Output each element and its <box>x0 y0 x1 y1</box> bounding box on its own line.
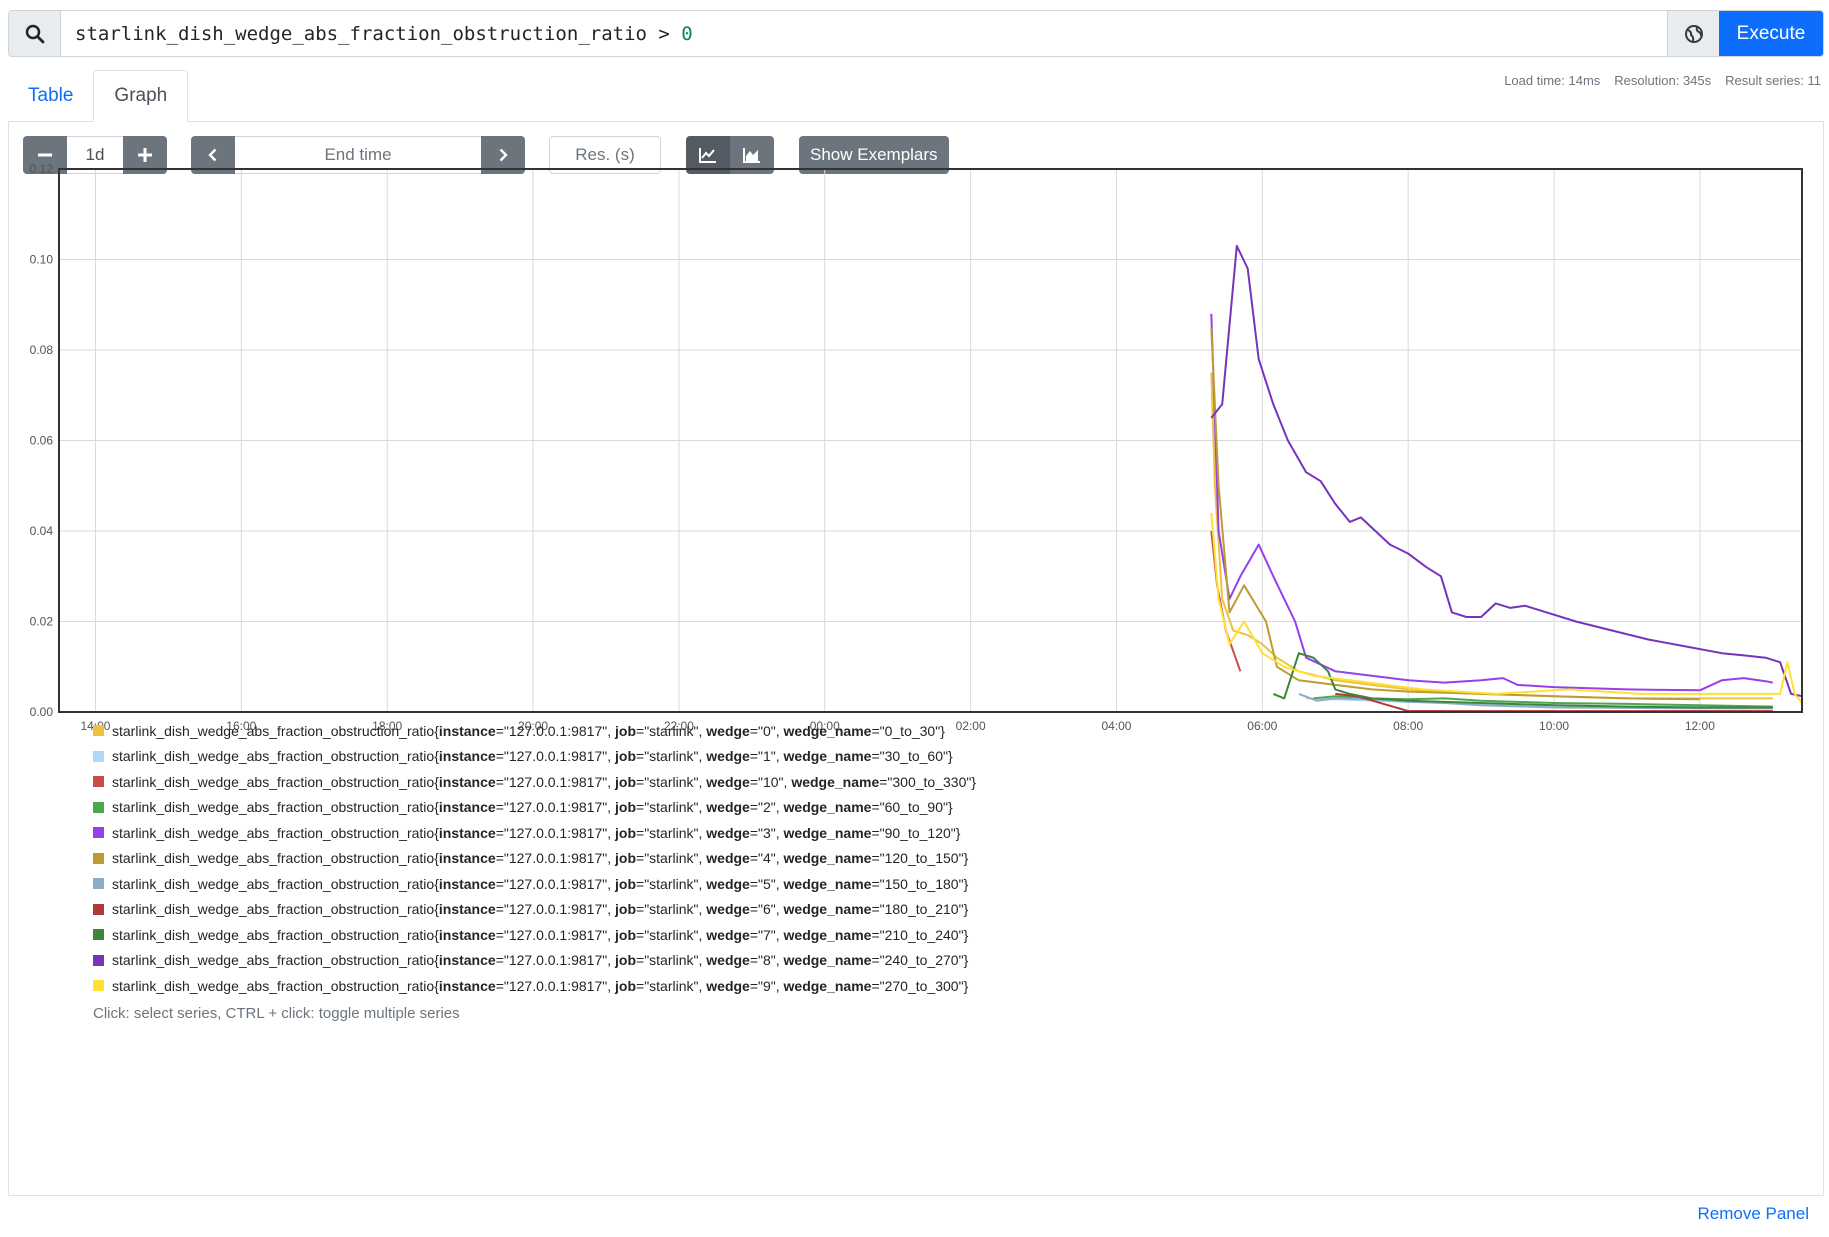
legend-item[interactable]: starlink_dish_wedge_abs_fraction_obstruc… <box>93 795 976 821</box>
globe-icon <box>1684 24 1703 43</box>
area-chart-icon <box>743 148 760 163</box>
resolution: Resolution: 345s <box>1614 73 1712 88</box>
x-tick-label: 08:00 <box>1393 719 1423 733</box>
graph-chart[interactable]: 0.000.020.040.060.080.100.12 14:0016:001… <box>9 162 1825 782</box>
legend-hint: Click: select series, CTRL + click: togg… <box>93 1005 460 1022</box>
query-metric: starlink_dish_wedge_abs_fraction_obstruc… <box>75 22 647 45</box>
chevron-right-icon <box>499 148 508 162</box>
legend-label: starlink_dish_wedge_abs_fraction_obstruc… <box>112 926 969 943</box>
y-tick-label: 0.12 <box>30 162 54 176</box>
query-bar: starlink_dish_wedge_abs_fraction_obstruc… <box>8 10 1824 57</box>
search-icon <box>9 11 61 56</box>
y-axis-ticks: 0.00 0.02 0.04 0.06 0.08 0.10 0.12 <box>30 162 54 719</box>
y-tick-label: 0.06 <box>30 434 54 448</box>
chart-grid <box>59 168 1802 713</box>
line-chart-icon <box>699 148 716 163</box>
tab-table[interactable]: Table <box>8 70 93 122</box>
legend-label: starlink_dish_wedge_abs_fraction_obstruc… <box>112 952 969 969</box>
legend-swatch <box>93 903 104 915</box>
y-tick-label: 0.08 <box>30 343 54 357</box>
legend-label: starlink_dish_wedge_abs_fraction_obstruc… <box>112 722 945 739</box>
legend-label: starlink_dish_wedge_abs_fraction_obstruc… <box>112 773 977 790</box>
tab-graph[interactable]: Graph <box>93 70 189 122</box>
series-line-0[interactable] <box>1210 372 1773 700</box>
y-tick-label: 0.00 <box>30 705 54 719</box>
series-legend: starlink_dish_wedge_abs_fraction_obstruc… <box>93 718 976 999</box>
series-line-4[interactable] <box>1210 313 1773 692</box>
legend-swatch <box>93 827 104 839</box>
metrics-explorer-button[interactable] <box>1667 11 1719 56</box>
legend-item[interactable]: starlink_dish_wedge_abs_fraction_obstruc… <box>93 744 976 770</box>
legend-swatch <box>93 980 104 992</box>
x-tick-label: 10:00 <box>1539 719 1569 733</box>
remove-panel-link[interactable]: Remove Panel <box>1697 1204 1809 1224</box>
legend-swatch <box>93 750 104 762</box>
x-tick-label: 12:00 <box>1685 719 1715 733</box>
y-tick-label: 0.10 <box>30 253 54 267</box>
legend-item[interactable]: starlink_dish_wedge_abs_fraction_obstruc… <box>93 820 976 846</box>
legend-item[interactable]: starlink_dish_wedge_abs_fraction_obstruc… <box>93 871 976 897</box>
y-tick-label: 0.04 <box>30 524 54 538</box>
query-stats: Load time: 14ms Resolution: 345s Result … <box>1504 73 1821 88</box>
legend-label: starlink_dish_wedge_abs_fraction_obstruc… <box>112 748 953 765</box>
legend-item[interactable]: starlink_dish_wedge_abs_fraction_obstruc… <box>93 897 976 923</box>
legend-swatch <box>93 852 104 864</box>
legend-item[interactable]: starlink_dish_wedge_abs_fraction_obstruc… <box>93 718 976 744</box>
x-tick-label: 04:00 <box>1101 719 1131 733</box>
y-tick-label: 0.02 <box>30 615 54 629</box>
legend-label: starlink_dish_wedge_abs_fraction_obstruc… <box>112 977 969 994</box>
series-line-10[interactable] <box>1210 512 1803 704</box>
legend-swatch <box>93 878 104 890</box>
legend-swatch <box>93 776 104 788</box>
load-time: Load time: 14ms <box>1504 73 1601 88</box>
result-series: Result series: 11 <box>1725 73 1821 88</box>
chevron-left-icon <box>208 148 217 162</box>
query-input[interactable]: starlink_dish_wedge_abs_fraction_obstruc… <box>61 11 1667 56</box>
legend-swatch <box>93 929 104 941</box>
minus-icon <box>38 153 52 157</box>
x-tick-label: 06:00 <box>1247 719 1277 733</box>
chart-series <box>1210 244 1803 713</box>
legend-swatch <box>93 801 104 813</box>
legend-label: starlink_dish_wedge_abs_fraction_obstruc… <box>112 850 969 867</box>
series-line-9[interactable] <box>1210 244 1803 699</box>
legend-label: starlink_dish_wedge_abs_fraction_obstruc… <box>112 799 953 816</box>
legend-item[interactable]: starlink_dish_wedge_abs_fraction_obstruc… <box>93 973 976 999</box>
execute-button[interactable]: Execute <box>1719 11 1823 56</box>
legend-swatch <box>93 725 104 737</box>
view-tabs: Table Graph <box>8 70 189 122</box>
legend-item[interactable]: starlink_dish_wedge_abs_fraction_obstruc… <box>93 846 976 872</box>
plus-icon <box>138 148 152 162</box>
legend-label: starlink_dish_wedge_abs_fraction_obstruc… <box>112 824 961 841</box>
legend-label: starlink_dish_wedge_abs_fraction_obstruc… <box>112 875 969 892</box>
legend-item[interactable]: starlink_dish_wedge_abs_fraction_obstruc… <box>93 922 976 948</box>
query-operator: > <box>646 22 682 45</box>
legend-swatch <box>93 954 104 966</box>
legend-label: starlink_dish_wedge_abs_fraction_obstruc… <box>112 901 969 918</box>
query-value: 0 <box>681 22 693 45</box>
series-line-5[interactable] <box>1210 327 1700 701</box>
legend-item[interactable]: starlink_dish_wedge_abs_fraction_obstruc… <box>93 769 976 795</box>
graph-panel: 1d End time Res. (s) Show Exemplars 0.00… <box>8 121 1824 1196</box>
legend-item[interactable]: starlink_dish_wedge_abs_fraction_obstruc… <box>93 948 976 974</box>
